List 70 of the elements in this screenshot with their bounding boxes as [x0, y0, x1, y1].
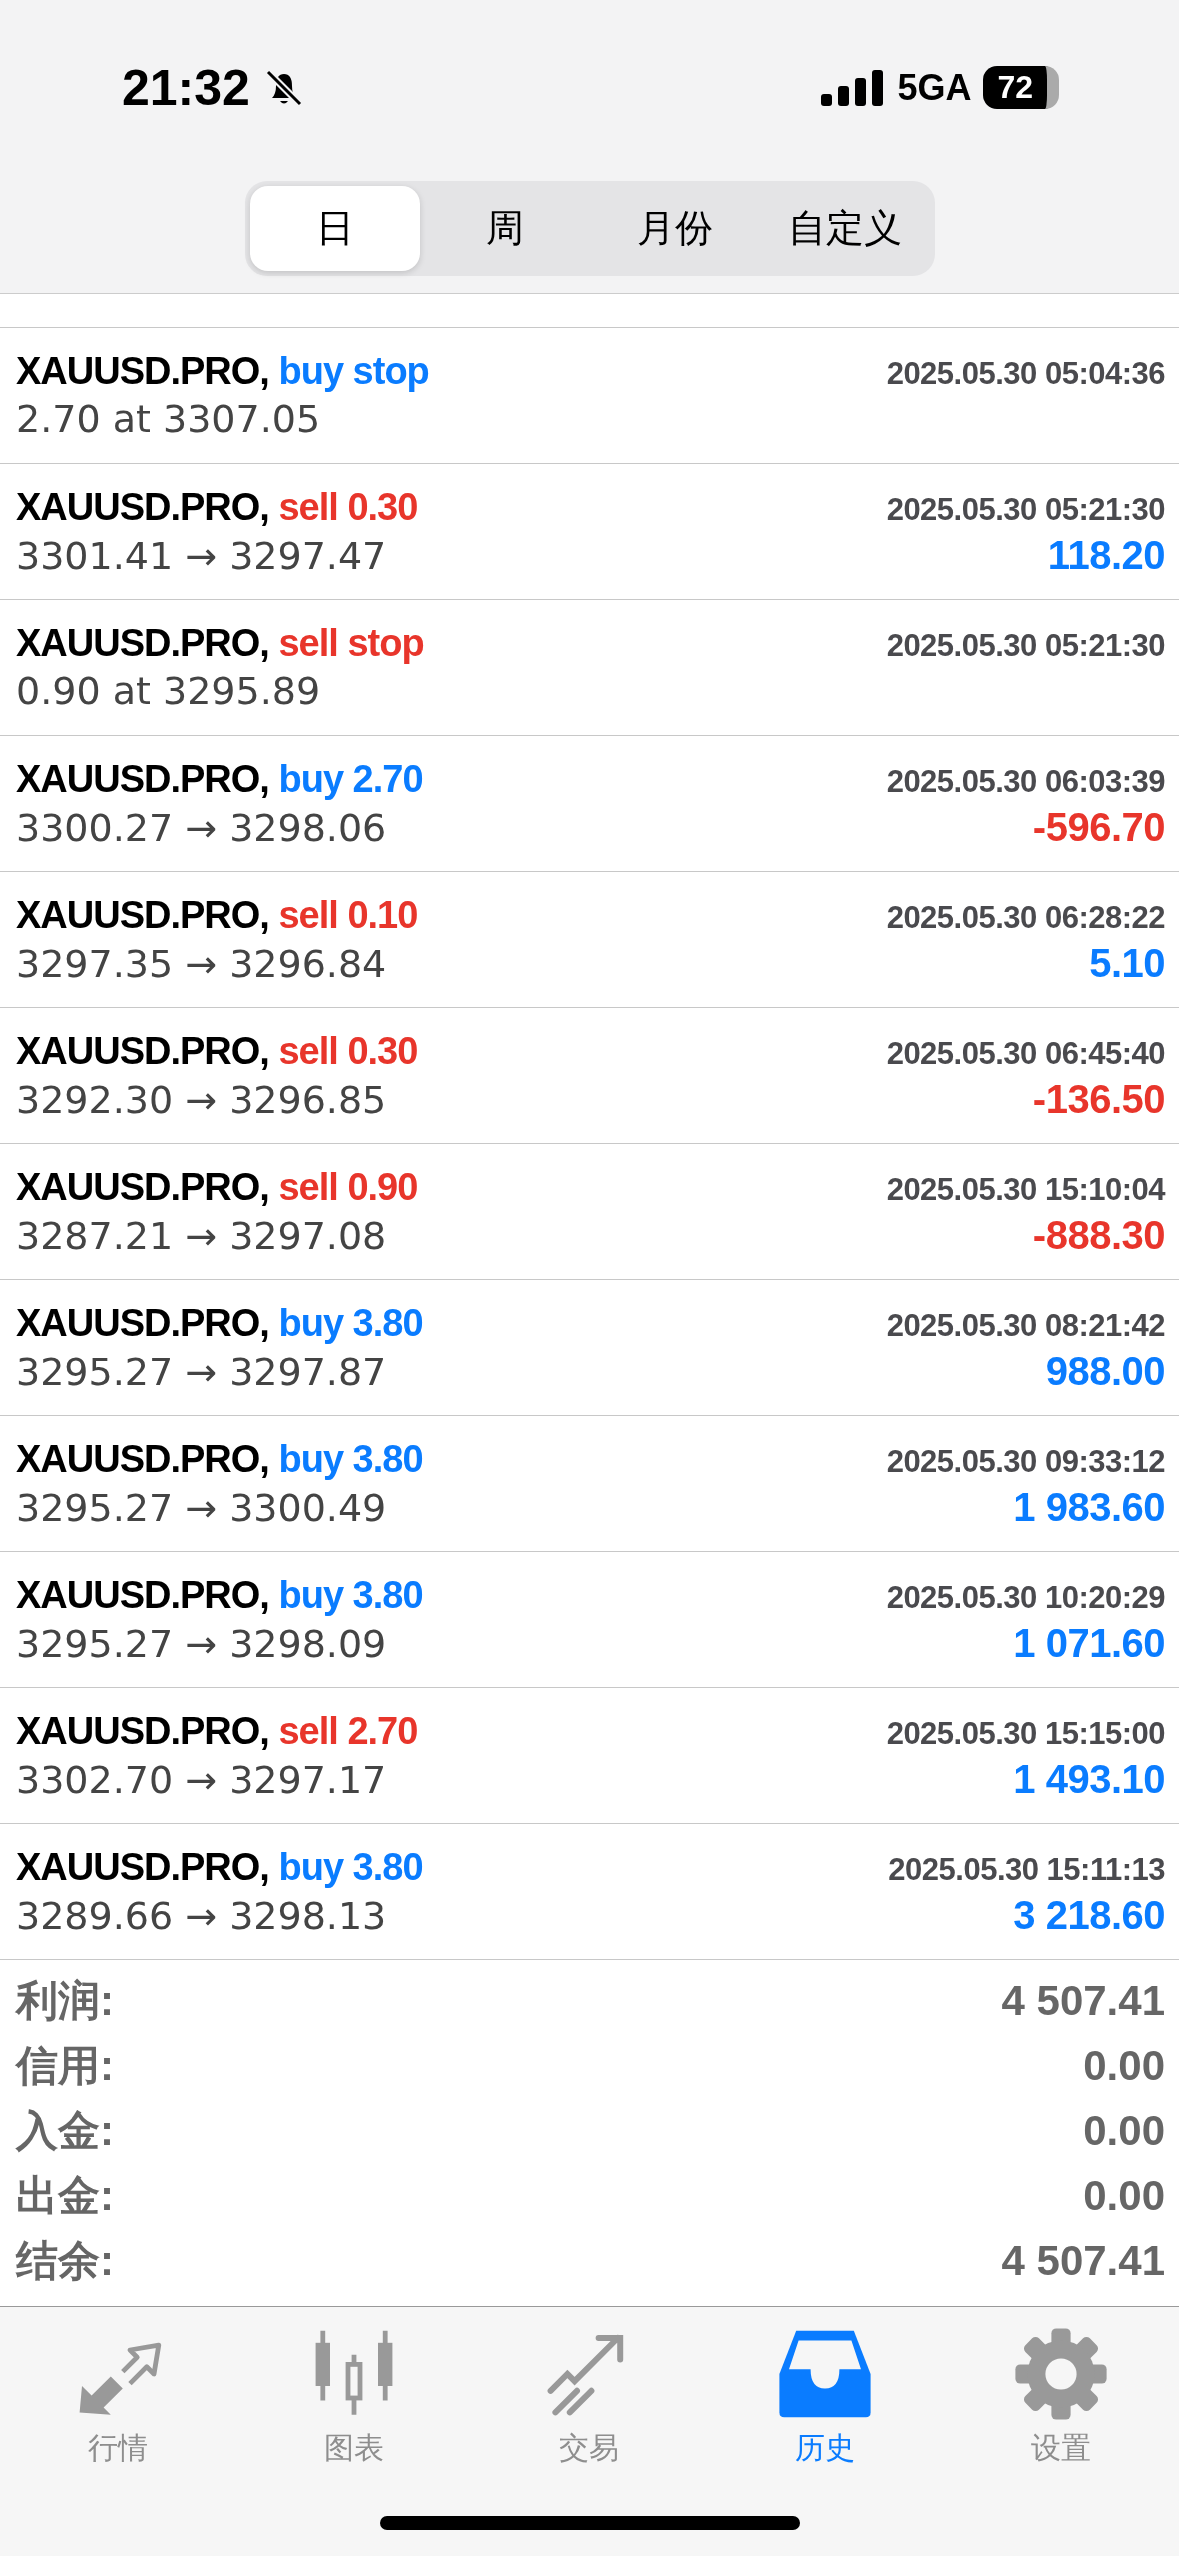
deal-title: XAUUSD.PRO, buy 3.80: [16, 1301, 423, 1345]
deal-time: 2025.05.30 06:45:40: [886, 1035, 1165, 1072]
deal-prices: 3295.27 → 3297.87: [16, 1349, 387, 1394]
period-tab[interactable]: 自定义: [759, 186, 930, 271]
deal-profit: -136.50: [1032, 1076, 1165, 1122]
period-tab[interactable]: 周: [419, 186, 590, 271]
deal-title: XAUUSD.PRO, buy 2.70: [16, 757, 423, 801]
deal-prices: 3295.27 → 3300.49: [16, 1485, 387, 1530]
summary-label: 信用:: [16, 2040, 114, 2091]
deal-prices: 3302.70 → 3297.17: [16, 1757, 387, 1802]
tab-bar-item[interactable]: 历史: [707, 2325, 944, 2470]
deal-prices: 0.90 at 3295.89: [16, 669, 321, 713]
deal-title: XAUUSD.PRO, sell stop: [16, 622, 424, 665]
summary-label: 结余:: [16, 2235, 114, 2286]
deal-time: 2025.05.30 06:03:39: [886, 763, 1165, 800]
deal-profit: 1 983.60: [1013, 1484, 1165, 1530]
deal-profit: 988.00: [1045, 1348, 1165, 1394]
deal-time: 2025.05.30 15:15:00: [886, 1715, 1165, 1752]
deal-time: 2025.05.30 08:21:42: [886, 1307, 1165, 1344]
deal-title: XAUUSD.PRO, sell 0.90: [16, 1165, 418, 1209]
deal-time: 2025.05.30 15:11:13: [888, 1851, 1165, 1888]
summary-label: 利润:: [16, 1975, 114, 2026]
summary-value: 0.00: [1083, 2106, 1165, 2155]
deal-prices: 3292.30 → 3296.85: [16, 1077, 387, 1122]
deal-time: 2025.05.30 06:28:22: [886, 899, 1165, 936]
deal-prices: 3300.27 → 3298.06: [16, 805, 387, 850]
network-label: 5GA: [897, 66, 972, 109]
summary-value: 0.00: [1083, 2041, 1165, 2090]
summary-value: 0.00: [1083, 2171, 1165, 2220]
period-tab[interactable]: 日: [249, 186, 420, 271]
deal-title: XAUUSD.PRO, buy 3.80: [16, 1573, 423, 1617]
deal-profit: 1 071.60: [1013, 1620, 1165, 1666]
tab-bar-item[interactable]: 交易: [471, 2325, 708, 2470]
deal-prices: 3287.21 → 3297.08: [16, 1213, 387, 1258]
tab-bar-item[interactable]: 图表: [235, 2325, 472, 2470]
deal-profit: -596.70: [1032, 804, 1165, 850]
deal-title: XAUUSD.PRO, buy 3.80: [16, 1845, 423, 1889]
deal-prices: 3297.35 → 3296.84: [16, 941, 387, 986]
deal-profit: 1 493.10: [1013, 1756, 1165, 1802]
status-time: 21:32: [122, 58, 250, 117]
battery-icon: 72: [983, 66, 1059, 109]
deal-title: XAUUSD.PRO, buy 3.80: [16, 1437, 423, 1481]
deal-title: XAUUSD.PRO, sell 0.30: [16, 1029, 418, 1073]
deal-time: 2025.05.30 05:21:30: [886, 491, 1165, 528]
deal-title: XAUUSD.PRO, sell 0.30: [16, 485, 418, 529]
deal-profit: 5.10: [1089, 940, 1165, 986]
settings-icon: [1013, 2326, 1110, 2422]
deal-time: 2025.05.30 15:10:04: [886, 1171, 1165, 1208]
summary-value: 4 507.41: [1001, 1976, 1165, 2025]
deal-title: XAUUSD.PRO, buy stop: [16, 350, 429, 393]
deal-time: 2025.05.30 05:21:30: [886, 628, 1165, 664]
period-tab[interactable]: 月份: [589, 186, 760, 271]
deal-profit: -888.30: [1032, 1212, 1165, 1258]
deal-time: 2025.05.30 10:20:29: [886, 1579, 1165, 1616]
deal-time: 2025.05.30 09:33:12: [886, 1443, 1165, 1480]
deal-time: 2025.05.30 05:04:36: [886, 356, 1165, 392]
tab-bar-item[interactable]: 行情: [0, 2325, 236, 2470]
deal-prices: 2.70 at 3307.05: [16, 397, 321, 441]
deal-prices: 3301.41 → 3297.47: [16, 533, 387, 578]
deal-prices: 3289.66 → 3298.13: [16, 1893, 387, 1938]
deal-profit: 118.20: [1047, 532, 1165, 578]
summary-label: 出金:: [16, 2170, 114, 2221]
signal-icon: [821, 67, 886, 108]
summary-value: 4 507.41: [1001, 2236, 1165, 2285]
deal-title: XAUUSD.PRO, sell 0.10: [16, 893, 418, 937]
deal-prices: 3295.27 → 3298.09: [16, 1621, 387, 1666]
deal-title: XAUUSD.PRO, sell 2.70: [16, 1709, 418, 1753]
tab-bar-item[interactable]: 设置: [943, 2325, 1179, 2470]
deal-profit: 3 218.60: [1013, 1892, 1165, 1938]
summary-label: 入金:: [16, 2105, 114, 2156]
